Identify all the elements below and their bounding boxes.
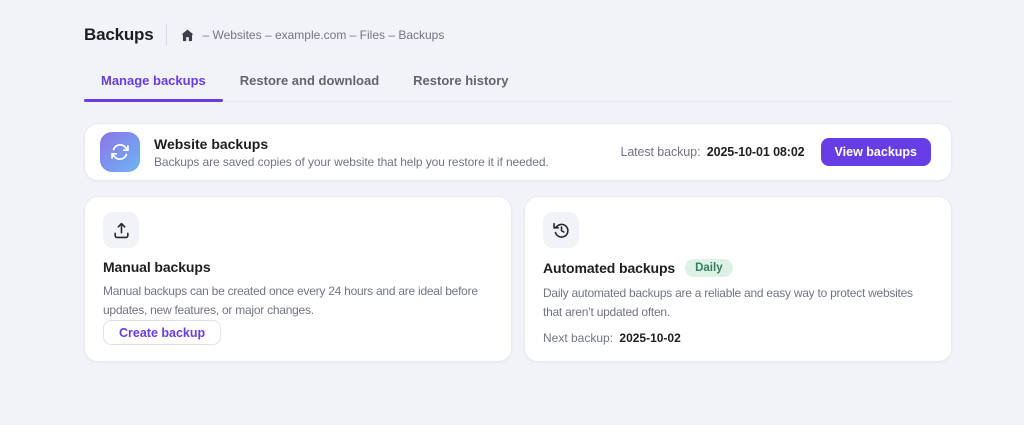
latest-backup: Latest backup: 2025-10-01 08:02 bbox=[620, 145, 804, 159]
header-divider bbox=[166, 24, 167, 46]
automated-backups-title: Automated backups bbox=[543, 260, 675, 276]
upload-icon bbox=[103, 212, 139, 248]
manual-backups-card: Manual backups Manual backups can be cre… bbox=[84, 196, 512, 362]
view-backups-button[interactable]: View backups bbox=[821, 138, 931, 166]
sync-icon bbox=[100, 132, 140, 172]
banner-right: Latest backup: 2025-10-01 08:02 View bac… bbox=[620, 138, 931, 166]
history-icon bbox=[543, 212, 579, 248]
next-backup-value: 2025-10-02 bbox=[619, 331, 680, 345]
backup-cards: Manual backups Manual backups can be cre… bbox=[84, 196, 952, 362]
tab-manage-backups[interactable]: Manage backups bbox=[84, 65, 223, 101]
manual-backups-title: Manual backups bbox=[103, 259, 211, 275]
breadcrumb-text: – Websites – example.com – Files – Backu… bbox=[202, 28, 444, 42]
tab-bar: Manage backups Restore and download Rest… bbox=[84, 65, 952, 102]
latest-backup-label: Latest backup: bbox=[620, 145, 700, 159]
banner-description: Backups are saved copies of your website… bbox=[154, 155, 620, 169]
manual-title-row: Manual backups bbox=[103, 259, 211, 275]
backups-page: Backups – Websites – example.com – Files… bbox=[84, 0, 952, 362]
page-title: Backups bbox=[84, 25, 153, 45]
next-backup-label: Next backup: bbox=[543, 331, 613, 345]
home-icon[interactable] bbox=[180, 28, 195, 43]
tab-restore-and-download[interactable]: Restore and download bbox=[223, 65, 396, 101]
banner-title: Website backups bbox=[154, 136, 620, 152]
website-backups-banner: Website backups Backups are saved copies… bbox=[84, 123, 952, 181]
banner-text: Website backups Backups are saved copies… bbox=[154, 136, 620, 169]
automated-backups-description: Daily automated backups are a reliable a… bbox=[543, 284, 933, 322]
page-header: Backups – Websites – example.com – Files… bbox=[84, 0, 952, 46]
automated-title-row: Automated backups Daily bbox=[543, 259, 733, 277]
tab-restore-history[interactable]: Restore history bbox=[396, 65, 525, 101]
latest-backup-value: 2025-10-01 08:02 bbox=[707, 145, 805, 159]
next-backup: Next backup: 2025-10-02 bbox=[543, 331, 681, 345]
breadcrumb[interactable]: – Websites – example.com – Files – Backu… bbox=[180, 28, 444, 43]
automated-backups-card: Automated backups Daily Daily automated … bbox=[524, 196, 952, 362]
daily-badge: Daily bbox=[685, 259, 733, 277]
manual-backups-description: Manual backups can be created once every… bbox=[103, 282, 493, 320]
create-backup-button[interactable]: Create backup bbox=[103, 320, 221, 345]
